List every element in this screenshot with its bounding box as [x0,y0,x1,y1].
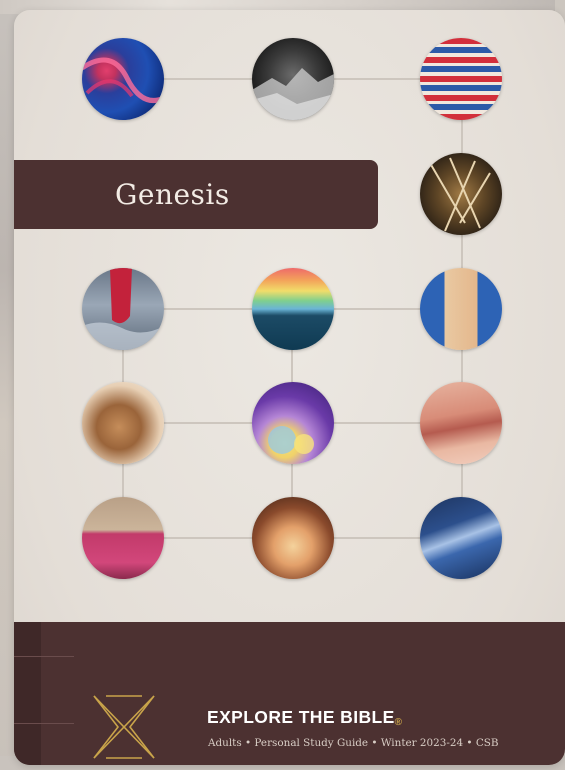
edition-subtitle: Adults • Personal Study Guide • Winter 2… [208,737,499,749]
footer-tab [14,622,41,765]
explore-the-bible-logo-icon [93,695,155,759]
photo-dry-grass [420,153,502,235]
photo-ballet-feet [420,268,502,350]
title-banner: Genesis [14,160,378,229]
photo-lips-closeup [420,382,502,464]
footer-divider [14,656,74,657]
photo-blue-fabric [82,38,164,120]
registered-mark: ® [394,717,403,728]
brand-title: EXPLORE THE BIBLE® [207,707,402,728]
photo-clay-hands [82,382,164,464]
photo-red-cloth-water [82,268,164,350]
book-title: Genesis [115,178,230,211]
book-cover[interactable]: Genesis EXPLORE THE BIBLE® Adults • Pers… [14,10,565,765]
photo-rocky-shore [252,38,334,120]
photo-rainbow-sea [252,268,334,350]
photo-sunset-trees [252,497,334,579]
photo-woven-textile [420,38,502,120]
photo-purple-petals [252,382,334,464]
footer-band: EXPLORE THE BIBLE® Adults • Personal Stu… [14,622,565,765]
footer-divider [14,723,74,724]
brand-name: EXPLORE THE BIBLE [207,707,395,727]
photo-pink-ribbons [82,497,164,579]
photo-blue-waves [420,497,502,579]
